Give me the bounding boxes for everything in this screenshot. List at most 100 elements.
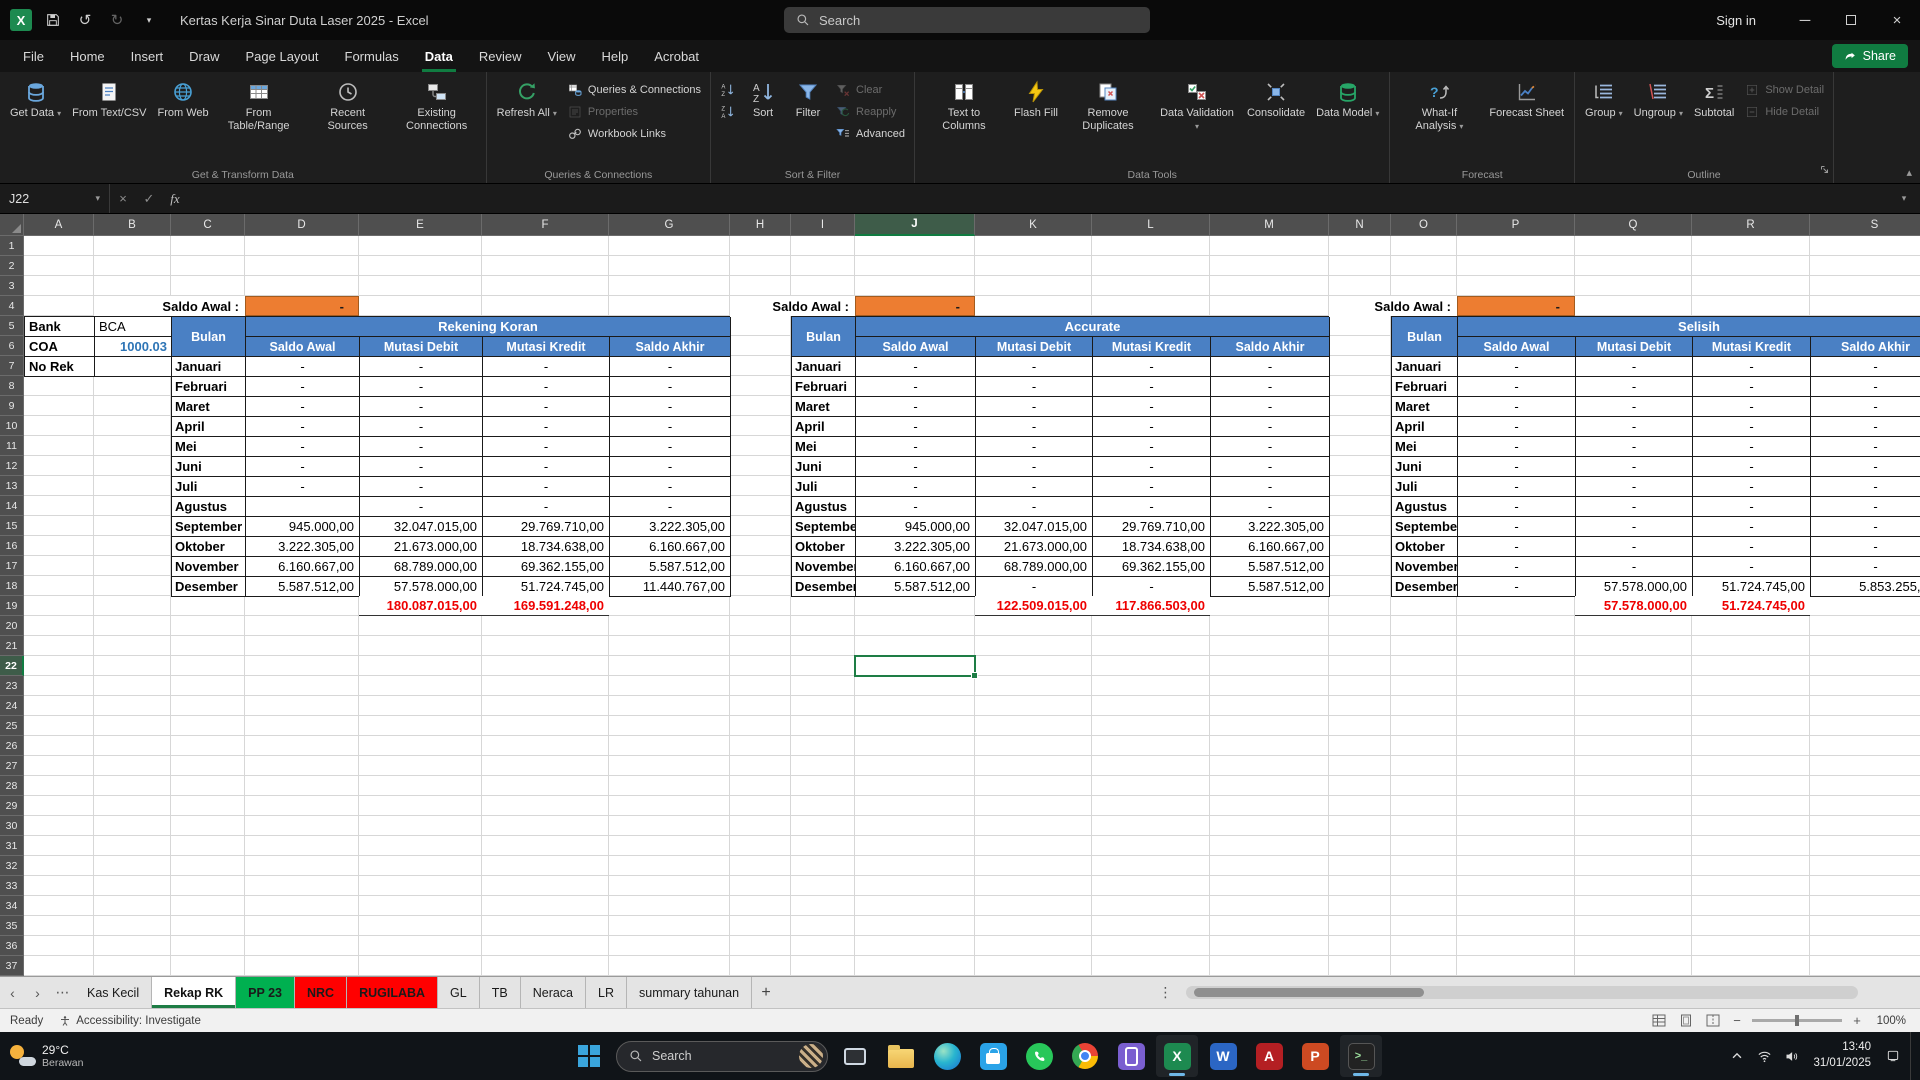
cell-L15[interactable]: 29.769.710,00 [1093, 517, 1211, 537]
cell-M18[interactable]: 5.587.512,00 [1211, 577, 1330, 597]
cell-K9[interactable]: - [976, 397, 1093, 417]
cell-L18[interactable]: - [1093, 577, 1211, 597]
terminal-icon[interactable]: >_ [1340, 1035, 1382, 1077]
cell-E7[interactable]: - [360, 357, 483, 377]
cell-J11[interactable]: - [856, 437, 976, 457]
cell-M17[interactable]: 5.587.512,00 [1211, 557, 1330, 577]
column-header-c[interactable]: C [171, 214, 245, 236]
table-title-selisih[interactable]: Selisih [1458, 317, 1920, 337]
redo-icon[interactable]: ↻ [102, 5, 132, 35]
cell-M10[interactable]: - [1211, 417, 1330, 437]
ribbon-button-existing-connections[interactable]: Existing Connections [393, 75, 481, 166]
cell-L8[interactable]: - [1093, 377, 1211, 397]
cell-G14[interactable]: - [610, 497, 731, 517]
cell-L12[interactable]: - [1093, 457, 1211, 477]
ribbon-button-what-if-analysis[interactable]: ?What-If Analysis ▾ [1395, 75, 1483, 166]
row-header-34[interactable]: 34 [0, 896, 24, 916]
ribbon-button-recent-sources[interactable]: Recent Sources [304, 75, 392, 166]
name-box[interactable]: J22 ▾ [0, 184, 110, 213]
sheet-tab-neraca[interactable]: Neraca [521, 977, 586, 1008]
menu-tab-page-layout[interactable]: Page Layout [233, 40, 332, 72]
cell-C17[interactable]: November [172, 557, 246, 577]
cell-R16[interactable]: - [1693, 537, 1811, 557]
cell-K10[interactable]: - [976, 417, 1093, 437]
zoom-level[interactable]: 100% [1872, 1015, 1906, 1027]
cell-I13[interactable]: Juli [792, 477, 856, 497]
row-header-29[interactable]: 29 [0, 796, 24, 816]
menu-tab-data[interactable]: Data [412, 40, 466, 72]
zoom-slider-thumb[interactable] [1795, 1015, 1799, 1026]
cell-P16[interactable]: - [1458, 537, 1576, 557]
cell-P15[interactable]: - [1458, 517, 1576, 537]
cell-P11[interactable]: - [1458, 437, 1576, 457]
cell-C5[interactable]: Bulan [172, 317, 246, 357]
row-header-35[interactable]: 35 [0, 916, 24, 936]
microsoft-store-icon[interactable] [972, 1035, 1014, 1077]
undo-icon[interactable]: ↺ [70, 5, 100, 35]
column-header-b[interactable]: B [94, 214, 171, 236]
cell-D14[interactable] [246, 497, 360, 517]
row-header-12[interactable]: 12 [0, 456, 24, 476]
cell-G15[interactable]: 3.222.305,00 [610, 517, 731, 537]
tab-menu-icon[interactable]: ⋮ [1153, 977, 1178, 1008]
column-header-p[interactable]: P [1457, 214, 1575, 236]
cell-G16[interactable]: 6.160.667,00 [610, 537, 731, 557]
cell-I11[interactable]: Mei [792, 437, 856, 457]
cell-R8[interactable]: - [1693, 377, 1811, 397]
cell-M8[interactable]: - [1211, 377, 1330, 397]
cell-F17[interactable]: 69.362.155,00 [483, 557, 610, 577]
cell-Q13[interactable]: - [1576, 477, 1693, 497]
cell-E17[interactable]: 68.789.000,00 [360, 557, 483, 577]
cell-K6[interactable]: Mutasi Debit [976, 337, 1093, 357]
sheet-grid[interactable]: BankBCACOA1000.03No RekSaldo Awal :-Bula… [24, 236, 1920, 976]
cell-K19[interactable]: 122.509.015,00 [975, 596, 1092, 616]
zoom-slider[interactable] [1752, 1019, 1842, 1022]
cell-E14[interactable]: - [360, 497, 483, 517]
cell-B6[interactable]: 1000.03 [95, 337, 172, 357]
cell-A7[interactable]: No Rek [25, 357, 95, 377]
cell-E9[interactable]: - [360, 397, 483, 417]
row-header-30[interactable]: 30 [0, 816, 24, 836]
ribbon-button-subtotal[interactable]: ΣSubtotal [1689, 75, 1739, 166]
cell-D6[interactable]: Saldo Awal [246, 337, 360, 357]
page-break-view-icon[interactable] [1704, 1013, 1722, 1029]
cell-S16[interactable]: - [1811, 537, 1920, 557]
save-icon[interactable] [38, 5, 68, 35]
acrobat-icon[interactable]: A [1248, 1035, 1290, 1077]
cell-E13[interactable]: - [360, 477, 483, 497]
cell-I7[interactable]: Januari [792, 357, 856, 377]
cell-K11[interactable]: - [976, 437, 1093, 457]
cell-J8[interactable]: - [856, 377, 976, 397]
column-header-g[interactable]: G [609, 214, 730, 236]
ribbon-button-remove-duplicates[interactable]: Remove Duplicates [1064, 75, 1152, 166]
cell-R13[interactable]: - [1693, 477, 1811, 497]
cell-R19[interactable]: 51.724.745,00 [1692, 596, 1810, 616]
ribbon-button-reapply[interactable]: Reapply [831, 103, 909, 121]
whatsapp-icon[interactable] [1018, 1035, 1060, 1077]
cell-D16[interactable]: 3.222.305,00 [246, 537, 360, 557]
cell-O13[interactable]: Juli [1392, 477, 1458, 497]
cell-S15[interactable]: - [1811, 517, 1920, 537]
ribbon-button-hide-detail[interactable]: Hide Detail [1740, 103, 1828, 121]
cell-S8[interactable]: - [1811, 377, 1920, 397]
cell-E12[interactable]: - [360, 457, 483, 477]
cell-C7[interactable]: Januari [172, 357, 246, 377]
powerpoint-icon[interactable]: P [1294, 1035, 1336, 1077]
select-all-corner[interactable] [0, 214, 24, 236]
cell-O18[interactable]: Desember [1392, 577, 1458, 597]
menu-tab-view[interactable]: View [535, 40, 589, 72]
cell-A6[interactable]: COA [25, 337, 95, 357]
cell-F8[interactable]: - [483, 377, 610, 397]
cell-J17[interactable]: 6.160.667,00 [856, 557, 976, 577]
cell-R6[interactable]: Mutasi Kredit [1693, 337, 1811, 357]
cell-R17[interactable]: - [1693, 557, 1811, 577]
cell-L19[interactable]: 117.866.503,00 [1092, 596, 1210, 616]
cell-K16[interactable]: 21.673.000,00 [976, 537, 1093, 557]
row-header-31[interactable]: 31 [0, 836, 24, 856]
ribbon-button-refresh-all[interactable]: Refresh All ▾ [492, 75, 562, 166]
ribbon-button-group[interactable]: Group ▾ [1580, 75, 1628, 166]
cell-S12[interactable]: - [1811, 457, 1920, 477]
cell-S14[interactable]: - [1811, 497, 1920, 517]
cell-R15[interactable]: - [1693, 517, 1811, 537]
cell-C14[interactable]: Agustus [172, 497, 246, 517]
